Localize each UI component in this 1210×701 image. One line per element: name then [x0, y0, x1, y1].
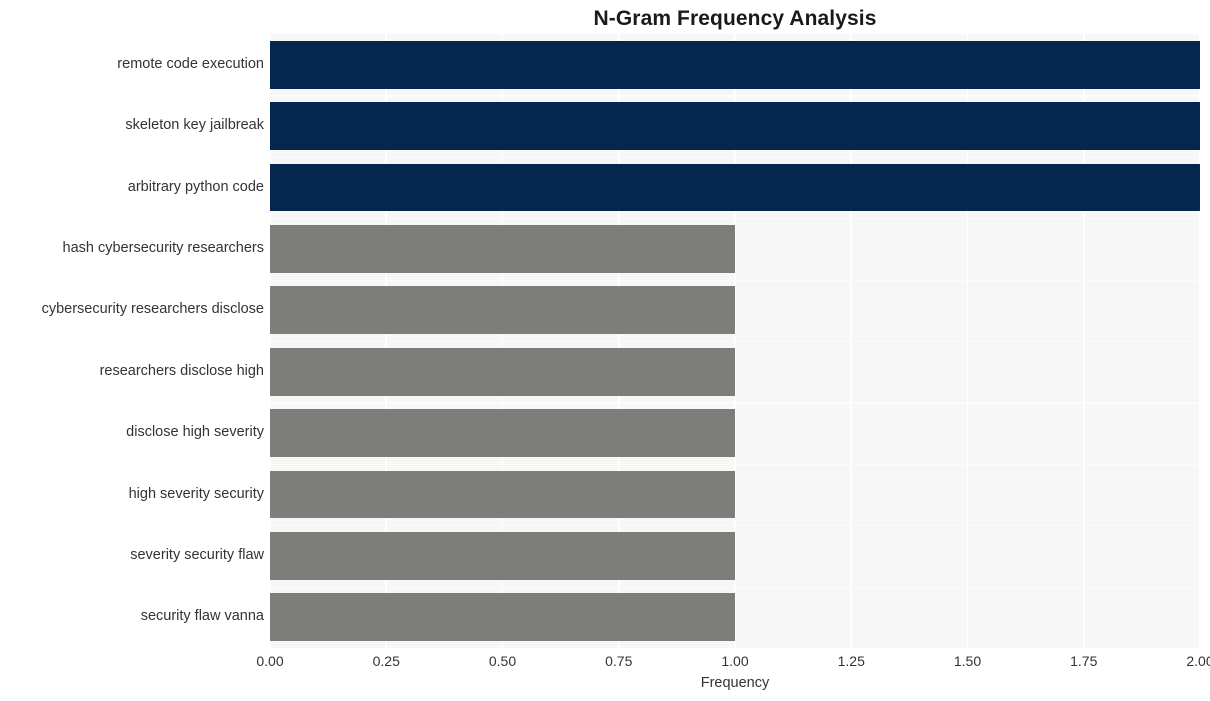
- gridline-horizontal: [270, 341, 1200, 343]
- bar[interactable]: [270, 224, 735, 273]
- y-axis-tick-label: security flaw vanna: [140, 608, 264, 625]
- bar[interactable]: [270, 347, 735, 396]
- x-axis-tick-label: 2.00: [1186, 653, 1210, 669]
- x-axis-tick-labels: 0.00 0.25 0.50 0.75 1.00 1.25 1.50 1.75 2.00: [256, 652, 1210, 672]
- gridline-horizontal: [270, 525, 1200, 527]
- bar[interactable]: [270, 409, 735, 458]
- bar[interactable]: [270, 163, 1200, 212]
- gridline-horizontal: [270, 95, 1200, 97]
- x-axis-tick-label: 0.25: [372, 653, 400, 669]
- y-axis-tick-label: hash cybersecurity researchers: [62, 239, 264, 256]
- x-axis-tick-label: 1.25: [837, 653, 865, 669]
- bar[interactable]: [270, 286, 735, 335]
- y-axis-tick-label: arbitrary python code: [127, 178, 264, 195]
- gridline-horizontal: [270, 402, 1200, 404]
- y-axis-tick-labels: remote code execution skeleton key jailbr…: [0, 34, 264, 648]
- y-axis-tick-label: cybersecurity researchers disclose: [41, 301, 264, 318]
- bar[interactable]: [270, 40, 1200, 89]
- bar[interactable]: [270, 470, 735, 519]
- gridline-horizontal: [270, 156, 1200, 158]
- x-axis-tick-label: 1.00: [721, 653, 749, 669]
- chart-figure: N-Gram Frequency Analysis remote code ex…: [0, 0, 1210, 701]
- y-axis-tick-label: disclose high severity: [126, 424, 264, 441]
- bar[interactable]: [270, 531, 735, 580]
- x-axis-tick-label: 0.75: [605, 653, 633, 669]
- x-axis-tick-label: 1.75: [1070, 653, 1098, 669]
- x-axis-title: Frequency: [700, 675, 770, 691]
- plot-area: [270, 34, 1200, 648]
- y-axis-tick-label: severity security flaw: [130, 546, 264, 563]
- gridline-horizontal: [270, 586, 1200, 588]
- x-axis-tick-label: 0.50: [488, 653, 517, 669]
- y-axis-tick-label: high severity security: [128, 485, 264, 502]
- y-axis-tick-label: skeleton key jailbreak: [125, 117, 264, 134]
- bar[interactable]: [270, 102, 1200, 151]
- gridline-horizontal: [270, 279, 1200, 281]
- y-axis-tick-label: researchers disclose high: [99, 362, 264, 379]
- gridline-horizontal: [270, 463, 1200, 465]
- page-title: N-Gram Frequency Analysis: [593, 7, 877, 30]
- x-axis-tick-label: 0.00: [256, 653, 284, 669]
- bar[interactable]: [270, 593, 735, 642]
- y-axis-tick-label: remote code execution: [117, 55, 264, 72]
- x-axis-tick-label: 1.50: [953, 653, 982, 669]
- gridline-horizontal: [270, 218, 1200, 220]
